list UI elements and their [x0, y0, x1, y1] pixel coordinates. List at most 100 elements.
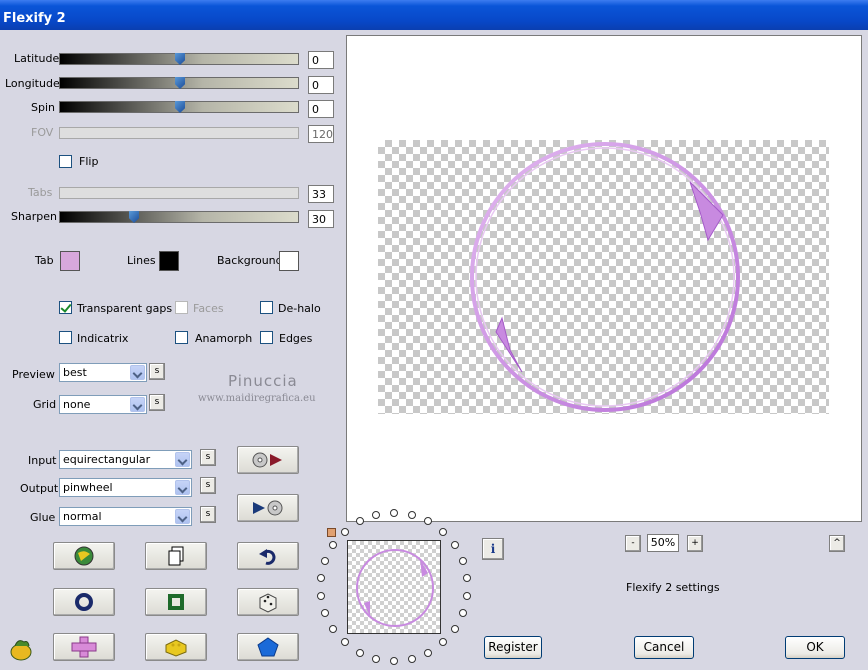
dial-dot[interactable] — [424, 517, 433, 526]
cross-button[interactable] — [53, 633, 115, 661]
longitude-slider[interactable] — [59, 77, 299, 89]
anamorph-checkbox[interactable] — [175, 331, 188, 344]
longitude-input[interactable]: 0 — [308, 76, 334, 94]
dial-dot[interactable] — [390, 657, 398, 665]
chevron-down-icon[interactable] — [175, 480, 190, 495]
dice-icon — [259, 593, 277, 613]
load-input-button[interactable] — [237, 446, 299, 474]
dial-dot[interactable] — [329, 625, 338, 634]
fov-label: FOV — [31, 126, 54, 139]
ok-button[interactable]: OK — [785, 636, 845, 659]
input-select[interactable]: equirectangular — [59, 450, 192, 469]
dial-dot[interactable] — [320, 556, 329, 565]
anamorph-label: Anamorph — [195, 332, 253, 345]
dial-dot[interactable] — [355, 648, 364, 657]
dial-dot[interactable] — [355, 517, 364, 526]
collapse-button[interactable]: ^ — [829, 535, 845, 552]
watermark-url: www.maidiregrafica.eu — [198, 393, 316, 404]
latitude-label: Latitude — [14, 52, 60, 65]
lines-color-swatch[interactable] — [159, 251, 179, 271]
preview-quality-value: best — [63, 366, 87, 379]
dialog-body: Latitude 0 Longitude 0 Spin 0 FOV 120 Fl… — [0, 30, 868, 670]
dial-dot[interactable] — [320, 609, 329, 618]
randomize-button[interactable] — [53, 542, 115, 570]
watermark-name: Pinuccia — [228, 372, 298, 390]
tabs-input[interactable]: 33 — [308, 185, 334, 203]
dial-dot[interactable] — [459, 609, 468, 618]
ring-icon — [75, 593, 93, 611]
grid-label: Grid — [33, 398, 57, 411]
dial-dot[interactable] — [390, 509, 398, 517]
indicatrix-label: Indicatrix — [77, 332, 129, 345]
dial-dot[interactable] — [459, 556, 468, 565]
register-button[interactable]: Register — [484, 636, 542, 659]
chevron-down-icon[interactable] — [175, 452, 190, 467]
dial-dot[interactable] — [340, 638, 349, 647]
chevron-down-icon[interactable] — [175, 509, 190, 524]
indicatrix-checkbox[interactable] — [59, 331, 72, 344]
edges-checkbox[interactable] — [260, 331, 273, 344]
frame-button[interactable] — [145, 588, 207, 616]
chevron-down-icon[interactable] — [130, 397, 145, 412]
tabs-slider — [59, 187, 299, 199]
flip-checkbox[interactable] — [59, 155, 72, 168]
dial-dot[interactable] — [424, 648, 433, 657]
output-select[interactable]: pinwheel — [59, 478, 192, 497]
chevron-down-icon[interactable] — [130, 365, 145, 380]
spin-slider[interactable] — [59, 101, 299, 113]
preview-quality-select[interactable]: best — [59, 363, 147, 382]
glue-s-button[interactable]: s — [200, 506, 216, 523]
dial-dot[interactable] — [439, 638, 448, 647]
dial-dot[interactable] — [463, 591, 472, 600]
undo-button[interactable] — [237, 542, 299, 570]
glue-select[interactable]: normal — [59, 507, 192, 526]
dial-dot[interactable] — [372, 654, 381, 663]
latitude-thumb[interactable] — [175, 53, 185, 65]
dial-dot[interactable] — [329, 540, 338, 549]
preview-s-button[interactable]: s — [149, 363, 165, 380]
longitude-thumb[interactable] — [175, 77, 185, 89]
spin-thumb[interactable] — [175, 101, 185, 113]
sharpen-slider[interactable] — [59, 211, 299, 223]
tab-color-swatch[interactable] — [60, 251, 80, 271]
dial-dot[interactable] — [407, 511, 416, 520]
ring-button[interactable] — [53, 588, 115, 616]
save-output-button[interactable] — [237, 494, 299, 522]
copy-button[interactable] — [145, 542, 207, 570]
spin-input[interactable]: 0 — [308, 100, 334, 118]
preview-canvas[interactable] — [346, 35, 862, 522]
settings-status-text: Flexify 2 settings — [626, 581, 720, 594]
dial-dot[interactable] — [407, 654, 416, 663]
info-button[interactable]: i — [482, 538, 504, 560]
fov-slider — [59, 127, 299, 139]
sharpen-thumb[interactable] — [129, 211, 139, 223]
minus-icon: - — [631, 538, 635, 548]
dial-dot[interactable] — [463, 574, 472, 583]
sharpen-input[interactable]: 30 — [308, 210, 334, 228]
grid-s-button[interactable]: s — [149, 394, 165, 411]
fov-input: 120 — [308, 125, 334, 143]
background-color-swatch[interactable] — [279, 251, 299, 271]
cancel-button[interactable]: Cancel — [634, 636, 694, 659]
latitude-input[interactable]: 0 — [308, 51, 334, 69]
transparent-gaps-checkbox[interactable] — [59, 301, 72, 314]
orientation-handle[interactable] — [327, 528, 336, 537]
undo-icon — [259, 549, 276, 565]
dial-dot[interactable] — [450, 625, 459, 634]
input-s-button[interactable]: s — [200, 449, 216, 466]
brick-button[interactable] — [145, 633, 207, 661]
zoom-out-button[interactable]: - — [625, 535, 641, 552]
output-s-button[interactable]: s — [200, 477, 216, 494]
thumbnail-preview — [347, 540, 441, 634]
dial-dot[interactable] — [316, 574, 325, 583]
zoom-in-button[interactable]: + — [687, 535, 703, 552]
dial-dot[interactable] — [340, 527, 349, 536]
latitude-slider[interactable] — [59, 53, 299, 65]
pentagon-button[interactable] — [237, 633, 299, 661]
random-dice-button[interactable] — [237, 588, 299, 616]
de-halo-checkbox[interactable] — [260, 301, 273, 314]
dial-dot[interactable] — [450, 540, 459, 549]
dial-dot[interactable] — [316, 591, 325, 600]
grid-select[interactable]: none — [59, 395, 147, 414]
dial-dot[interactable] — [439, 527, 448, 536]
